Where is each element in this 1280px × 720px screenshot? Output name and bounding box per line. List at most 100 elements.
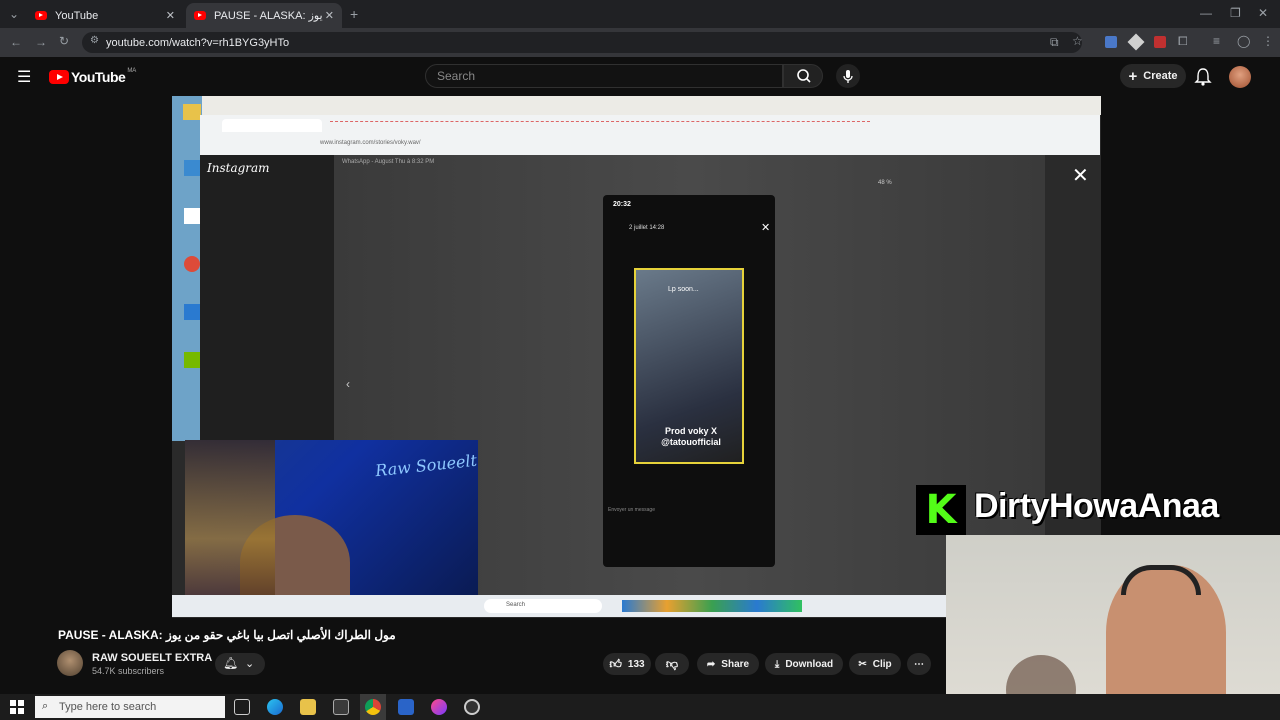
kick-overlay: K DirtyHowaAnaa [916,485,1280,535]
url-text: youtube.com/watch?v=rh1BYG3yHTo [106,36,290,49]
extension-icon[interactable] [1105,36,1117,48]
download-icon: ⤓ [774,658,780,670]
story-caption: Prod voky X @tatouofficial [661,426,721,447]
extension-icon[interactable] [1154,36,1166,48]
search-icon [797,69,811,83]
youtube-favicon-icon [35,11,47,20]
profile-icon[interactable]: ◯ [1237,34,1250,48]
story-input-placeholder: Envoyer un message [608,507,655,513]
download-button[interactable]: ⤓ Download [765,653,843,675]
media-control-icon[interactable]: ≡ [1213,34,1220,48]
search-placeholder: Search [437,69,476,83]
browser-tab-strip: ⌄ YouTube ✕ PAUSE - ALASKA: مول الطراك ا… [0,0,1280,28]
inner-browser-chrome: www.instagram.com/stories/voky.wav/ [200,115,1100,155]
app-icon [184,208,200,224]
more-menu-icon[interactable]: ⋮ [1262,34,1274,48]
create-button[interactable]: + Create [1120,64,1186,88]
install-icon[interactable]: ⧉ [1050,35,1059,50]
taskbar-search-placeholder: Type here to search [59,701,157,713]
reload-icon[interactable]: ↻ [59,34,69,48]
hamburger-menu-icon[interactable]: ☰ [17,67,31,87]
bell-icon: 🔔︎ [223,656,239,670]
thumbs-down-icon: 👎︎ [665,656,679,671]
tab-video[interactable]: PAUSE - ALASKA: مول الطراك الأصلي اتصل ب… [186,3,342,28]
more-horizontal-icon: ⋯ [914,658,924,670]
create-label: Create [1143,70,1178,82]
outlook-icon[interactable] [398,699,414,715]
edge-icon [184,304,200,320]
previous-arrow-icon: ‹ [346,377,350,391]
scissors-icon: ✂ [858,658,867,670]
blanket [185,440,275,605]
bookmark-star-icon[interactable]: ☆ [1072,34,1083,48]
task-view-icon[interactable] [234,699,250,715]
app-icon [184,160,200,176]
chrome-icon [184,256,200,272]
obs-icon[interactable] [464,699,480,715]
address-bar[interactable]: ⚙ youtube.com/watch?v=rh1BYG3yHTo [82,32,1082,53]
inner-taskbar-apps [622,600,802,612]
share-icon: ➦ [706,658,716,670]
clip-button[interactable]: ✂ Clip [849,653,901,675]
close-window-icon[interactable]: ✕ [1258,6,1268,20]
dislike-button[interactable]: 👎︎ [655,653,689,675]
account-avatar[interactable] [1229,66,1251,88]
like-button[interactable]: 👍︎ 133 [603,653,651,675]
video-title: PAUSE - ALASKA: مول الطراك الأصلي اتصل ب… [58,628,396,642]
search-icon: ⌕ [42,700,49,712]
inner-top-strip [202,96,1101,115]
clip-label: Clip [872,658,892,670]
maximize-icon[interactable]: ❐ [1230,6,1241,20]
phone-time: 20:32 [613,201,631,208]
story-date: 2 juillet 14:28 [629,225,665,231]
tab-search-icon[interactable]: ⌄ [9,7,19,21]
share-label: Share [721,658,750,670]
story-top-text: Lp soon... [668,286,699,293]
edge-icon[interactable] [267,699,283,715]
inner-search-box: Search [484,599,602,613]
more-actions-button[interactable]: ⋯ [907,653,931,675]
youtube-logo[interactable]: YouTube MA [49,68,137,85]
kick-logo-icon: K [916,485,966,535]
microphone-icon [843,70,853,83]
share-button[interactable]: ➦ Share [697,653,759,675]
youtube-favicon-icon [194,11,206,20]
chrome-icon[interactable] [365,699,381,715]
site-info-icon[interactable]: ⚙ [90,35,99,46]
windows-start-icon[interactable] [10,700,24,714]
plus-icon: + [1128,67,1138,85]
viewer-zoom: 48 % [878,180,892,186]
inner-tab [222,119,322,132]
new-tab-icon[interactable]: + [350,6,358,22]
overlay-brand-text: DirtyHowaAnaa [974,487,1219,525]
folder-icon [183,104,201,120]
voice-search-button[interactable] [836,64,860,88]
minimize-icon[interactable]: — [1200,6,1212,20]
channel-name[interactable]: RAW SOUEELT EXTRA [92,652,212,664]
youtube-play-logo-icon [49,70,69,84]
search-input[interactable]: Search [425,64,783,88]
inner-url: www.instagram.com/stories/voky.wav/ [320,140,421,146]
store-icon[interactable] [333,699,349,715]
taskbar-search[interactable]: ⌕ Type here to search [35,696,225,718]
tab-title: PAUSE - ALASKA: مول الطراك الأصلي اتصل ب… [214,10,324,22]
file-explorer-icon[interactable] [300,699,316,715]
tab-youtube[interactable]: YouTube ✕ [27,3,183,28]
country-code: MA [127,68,137,74]
extensions-puzzle-icon[interactable]: ⧠ [1178,34,1188,49]
channel-avatar[interactable] [57,650,83,676]
inner-tabs-strip [330,121,870,122]
subscribed-button[interactable]: 🔔︎ ⌄ [215,653,265,675]
instagram-logo: Instagram [207,161,270,175]
close-tab-icon[interactable]: ✕ [166,9,175,22]
download-label: Download [785,658,834,670]
close-tab-icon[interactable]: ✕ [325,9,334,22]
back-icon[interactable]: ← [10,35,22,49]
thumbs-up-icon: 👍︎ [609,656,622,671]
messenger-icon[interactable] [431,699,447,715]
neon-sign: Raw Soueelt [374,450,478,481]
notifications-bell-icon[interactable] [1194,67,1212,87]
chevron-down-icon: ⌄ [245,658,255,670]
forward-icon[interactable]: → [35,35,47,49]
search-button[interactable] [783,64,823,88]
